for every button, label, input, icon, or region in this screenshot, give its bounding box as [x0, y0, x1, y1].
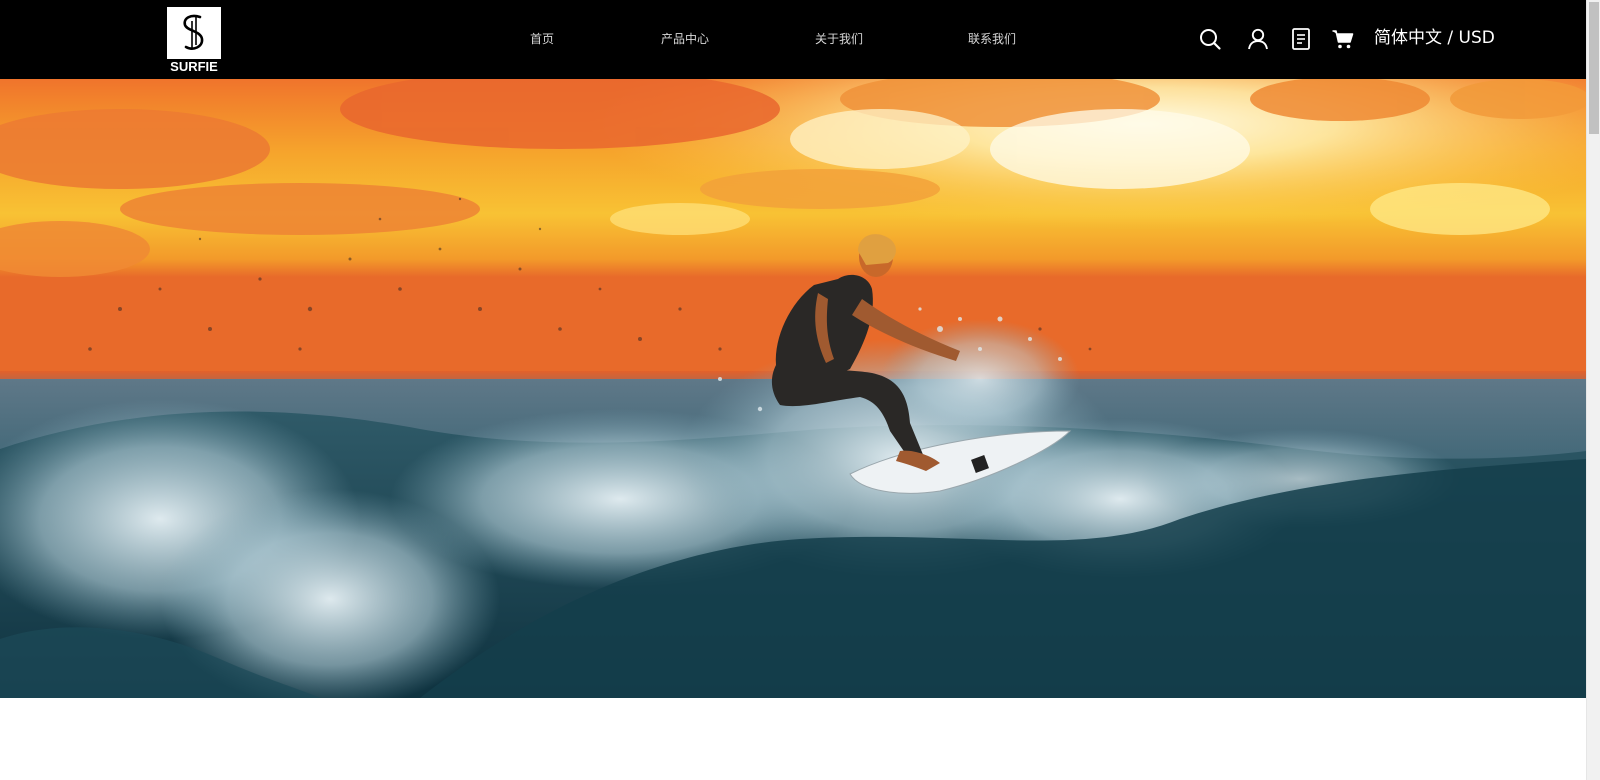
language-currency-switch[interactable]: 简体中文 / USD — [1374, 26, 1495, 50]
page: SURFIE 首页 产品中心 关于我们 联系我们 简体中文 / USD — [0, 0, 1600, 780]
hero-image-surfer-sunset — [0, 79, 1586, 698]
cart-icon[interactable] — [1331, 27, 1355, 51]
page-scrollbar[interactable] — [1586, 0, 1600, 780]
hero-banner — [0, 79, 1586, 698]
search-icon[interactable] — [1198, 27, 1222, 51]
header-tools: 简体中文 / USD — [0, 0, 1586, 79]
orders-icon[interactable] — [1289, 27, 1313, 51]
user-icon[interactable] — [1246, 27, 1270, 51]
scrollbar-thumb[interactable] — [1589, 2, 1599, 134]
site-header: SURFIE 首页 产品中心 关于我们 联系我们 简体中文 / USD — [0, 0, 1586, 79]
